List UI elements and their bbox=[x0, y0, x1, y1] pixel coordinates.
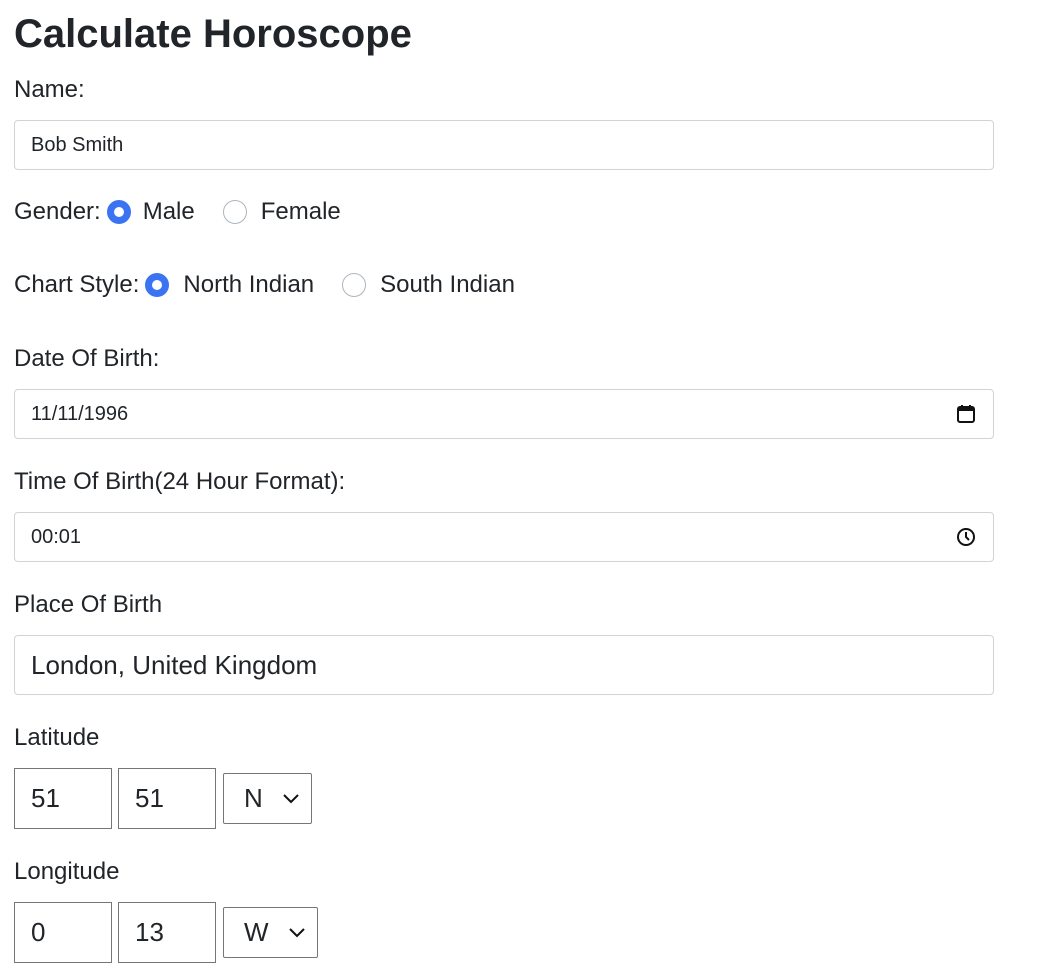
dob-input[interactable]: 11/11/1996 bbox=[14, 389, 994, 439]
pob-label: Place Of Birth bbox=[14, 591, 163, 618]
chevron-down-icon bbox=[283, 794, 299, 804]
longitude-degrees-value: 0 bbox=[31, 917, 46, 947]
page-title: Calculate Horoscope bbox=[14, 12, 412, 56]
gender-label: Gender: bbox=[14, 198, 101, 225]
longitude-minutes-input[interactable]: 13 bbox=[118, 902, 216, 963]
chevron-down-icon bbox=[289, 928, 305, 938]
chart-style-south-radio[interactable] bbox=[342, 273, 367, 297]
gender-male-label: Male bbox=[142, 198, 195, 225]
chart-style-south-label: South Indian bbox=[380, 271, 515, 298]
longitude-minutes-value: 13 bbox=[135, 917, 164, 947]
name-input[interactable]: Bob Smith bbox=[14, 120, 994, 170]
chart-style-label: Chart Style: bbox=[14, 271, 140, 298]
chart-style-option-north[interactable]: North Indian bbox=[145, 271, 314, 299]
latitude-degrees-value: 51 bbox=[31, 783, 60, 813]
longitude-degrees-input[interactable]: 0 bbox=[14, 902, 112, 963]
gender-male-radio[interactable] bbox=[106, 200, 131, 224]
dob-label: Date Of Birth: bbox=[14, 345, 160, 372]
latitude-minutes-value: 51 bbox=[135, 783, 164, 813]
gender-option-female[interactable]: Female bbox=[222, 198, 341, 226]
chart-style-north-radio[interactable] bbox=[145, 273, 170, 297]
dob-input-value: 11/11/1996 bbox=[31, 402, 129, 425]
chart-style-option-south[interactable]: South Indian bbox=[342, 271, 515, 299]
latitude-minutes-input[interactable]: 51 bbox=[118, 768, 216, 829]
longitude-direction-value: W bbox=[244, 917, 269, 947]
latitude-degrees-input[interactable]: 51 bbox=[14, 768, 112, 829]
chart-style-north-label: North Indian bbox=[183, 271, 315, 298]
tob-input-value: 00:01 bbox=[31, 525, 82, 548]
longitude-label: Longitude bbox=[14, 858, 120, 885]
latitude-label: Latitude bbox=[14, 724, 100, 751]
gender-female-label: Female bbox=[260, 198, 341, 225]
name-input-value: Bob Smith bbox=[31, 133, 124, 156]
name-label: Name: bbox=[14, 76, 85, 103]
pob-input[interactable]: London, United Kingdom bbox=[14, 635, 994, 695]
longitude-direction-select[interactable]: W bbox=[223, 907, 318, 958]
latitude-direction-value: N bbox=[244, 783, 263, 813]
calendar-icon[interactable] bbox=[955, 403, 977, 425]
gender-option-male[interactable]: Male bbox=[106, 198, 195, 226]
clock-icon[interactable] bbox=[955, 526, 977, 548]
pob-input-value: London, United Kingdom bbox=[31, 649, 318, 680]
chart-style-group: Chart Style: North Indian South Indian bbox=[14, 270, 515, 300]
gender-female-radio[interactable] bbox=[222, 200, 247, 224]
gender-group: Gender: Male Female bbox=[14, 197, 341, 227]
latitude-direction-select[interactable]: N bbox=[223, 773, 312, 824]
tob-label: Time Of Birth(24 Hour Format): bbox=[14, 468, 346, 495]
tob-input[interactable]: 00:01 bbox=[14, 512, 994, 562]
